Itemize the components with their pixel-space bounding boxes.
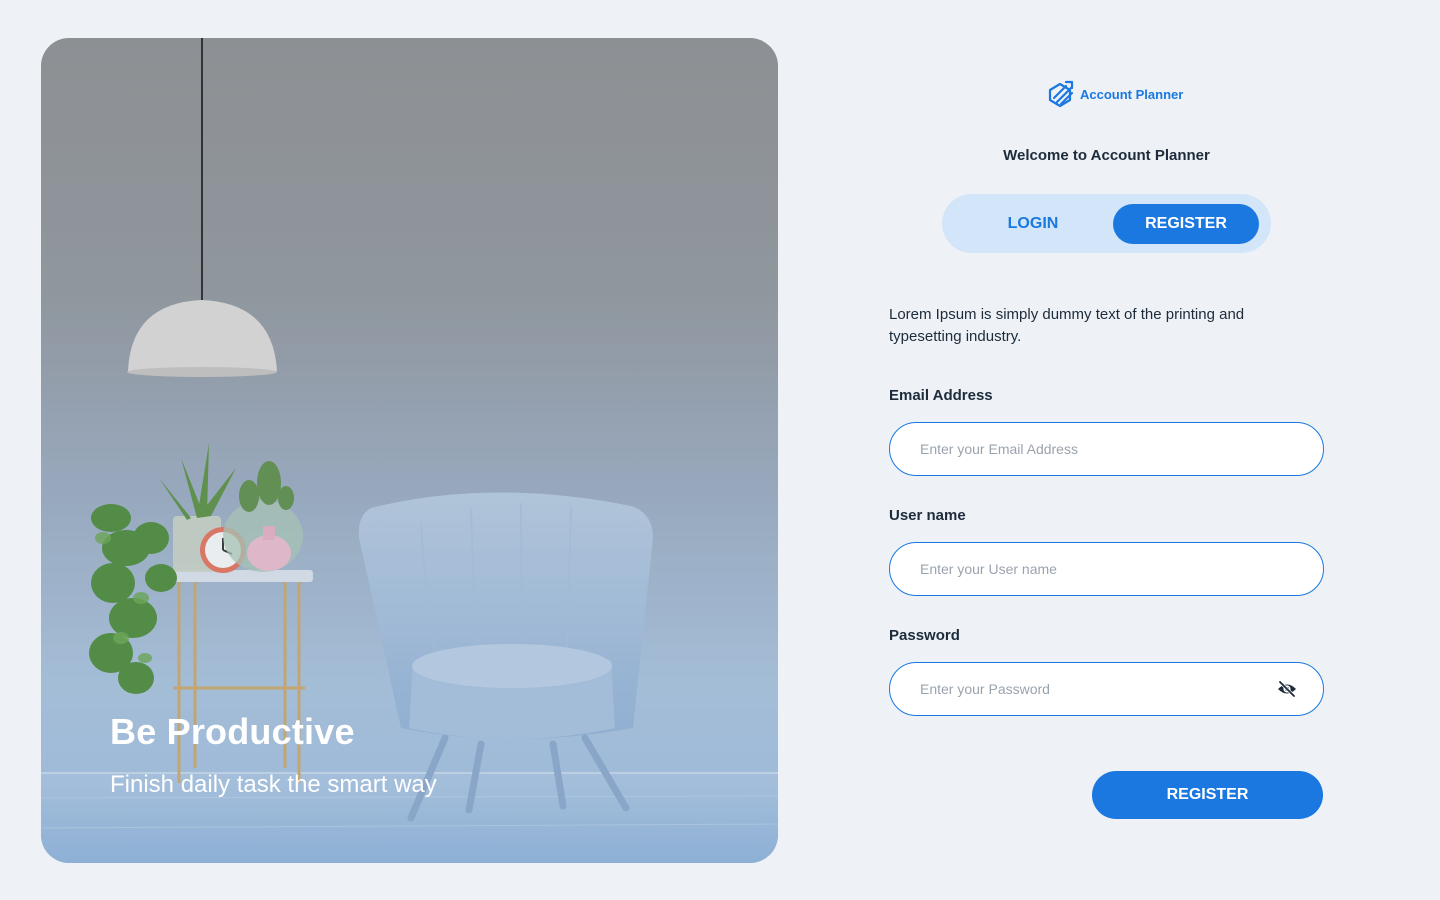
auth-mode-toggle: LOGIN REGISTER <box>942 194 1271 253</box>
hero-title: Be Productive <box>110 711 355 752</box>
brand-logo[interactable]: Account Planner <box>1048 80 1183 108</box>
email-field-container <box>889 422 1324 476</box>
register-submit-button[interactable]: REGISTER <box>1092 771 1323 819</box>
password-label: Password <box>889 627 960 644</box>
eye-slash-icon[interactable] <box>1277 680 1297 698</box>
email-label: Email Address <box>889 387 993 404</box>
hero-subtitle: Finish daily task the smart way <box>110 771 437 798</box>
welcome-heading: Welcome to Account Planner <box>1003 147 1210 164</box>
email-field[interactable] <box>920 423 1260 475</box>
password-field-container <box>889 662 1324 716</box>
intro-text: Lorem Ipsum is simply dummy text of the … <box>889 306 1245 345</box>
tab-register[interactable]: REGISTER <box>1113 204 1259 244</box>
password-field[interactable] <box>920 663 1260 715</box>
tab-login[interactable]: LOGIN <box>962 204 1104 244</box>
username-field-container <box>889 542 1324 596</box>
hero-card: Be Productive Finish daily task the smar… <box>41 38 778 863</box>
brand-name: Account Planner <box>1080 86 1184 102</box>
username-field[interactable] <box>920 543 1260 595</box>
account-planner-logo-icon <box>1048 80 1074 108</box>
username-label: User name <box>889 507 966 524</box>
